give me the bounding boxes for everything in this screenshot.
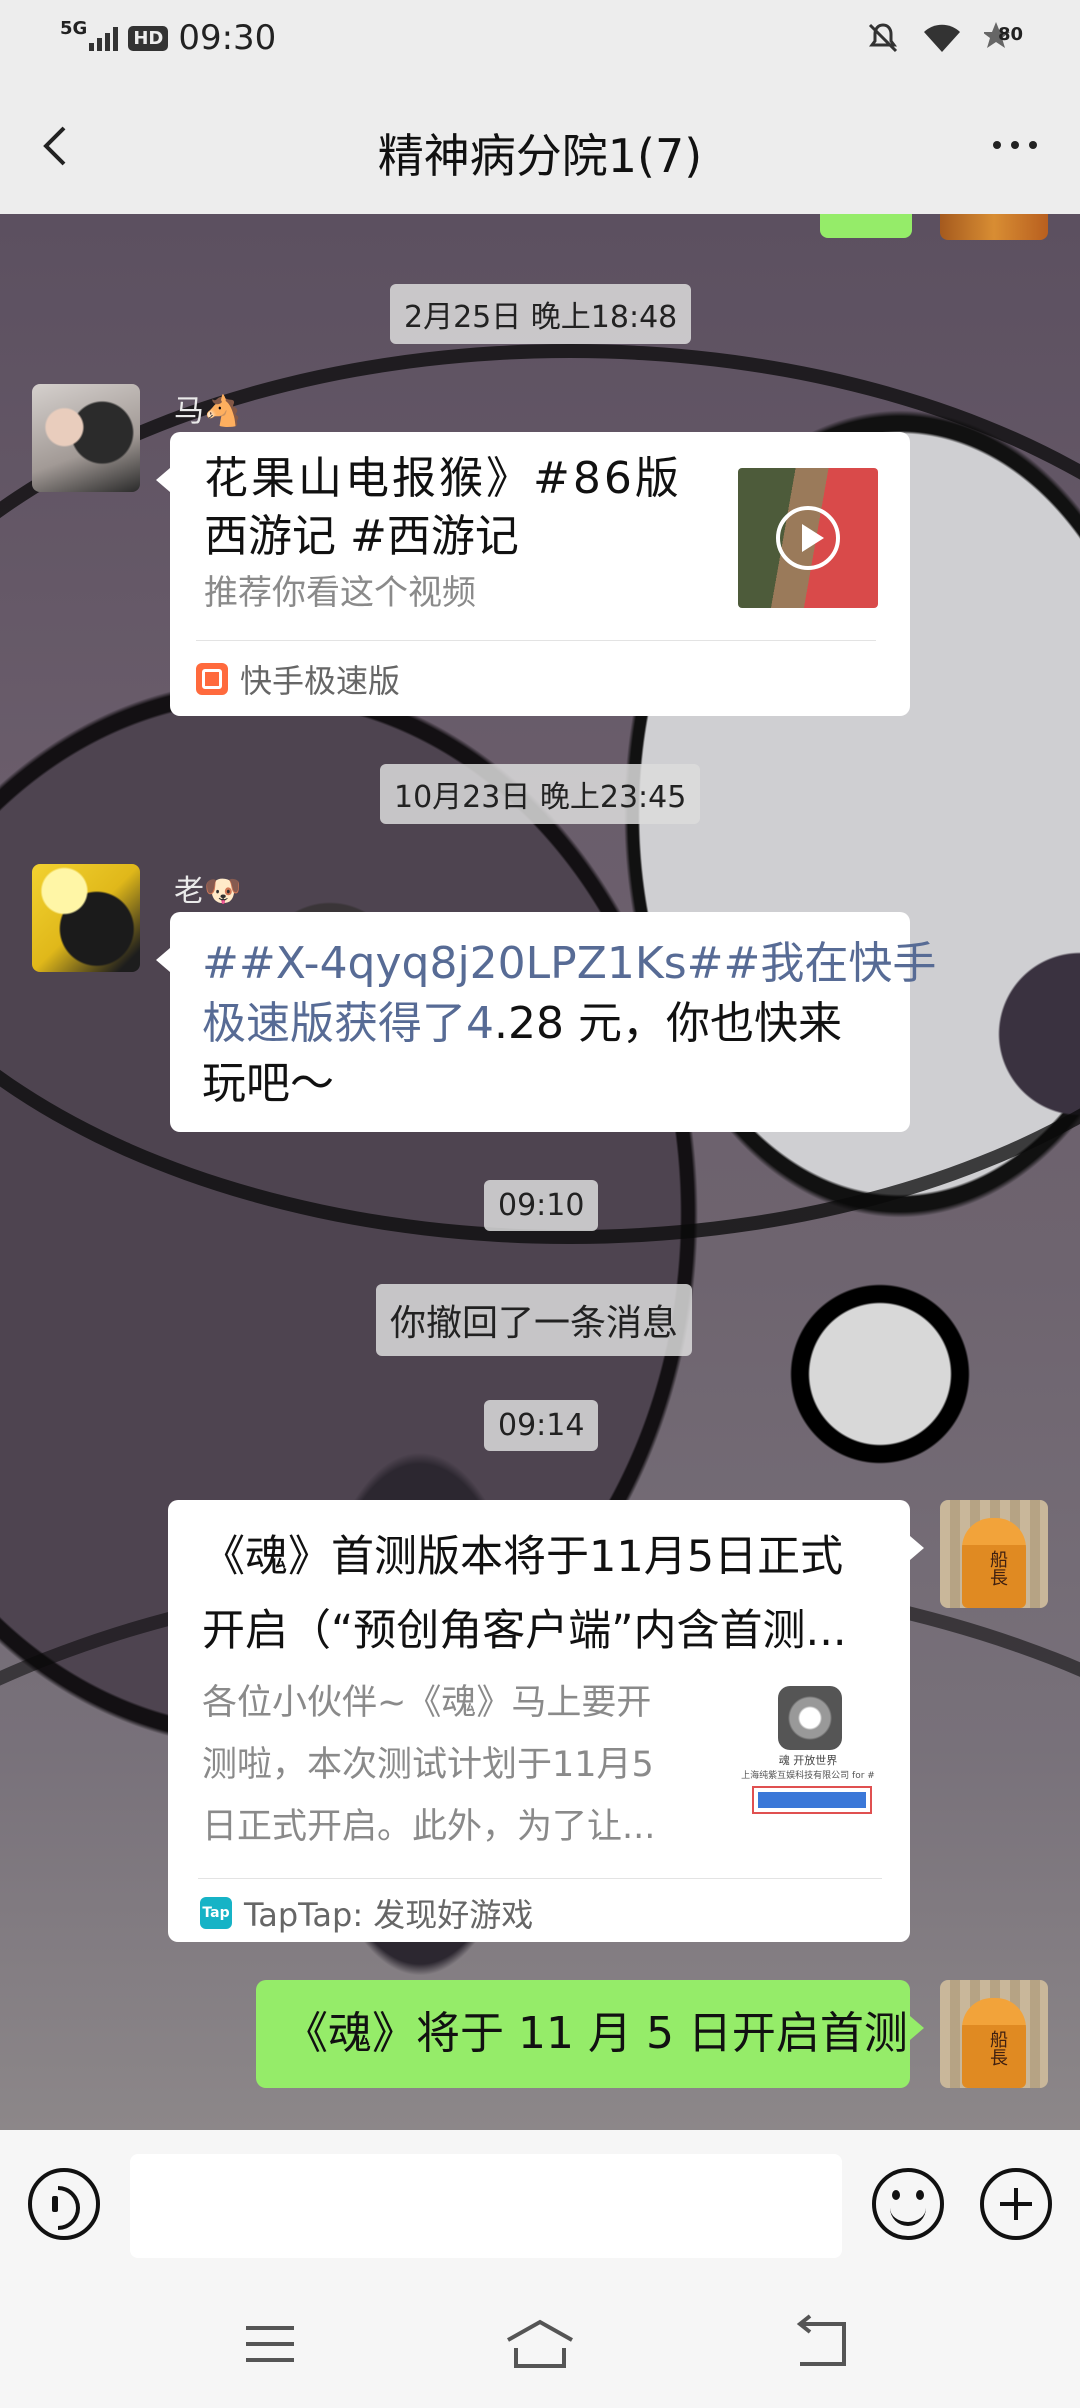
back-arrow-icon — [796, 2314, 846, 2366]
card-description: 各位小伙伴~《魂》马上要开 — [202, 1683, 652, 1723]
game-logo-icon — [778, 1686, 842, 1750]
status-time: 09:30 — [178, 18, 277, 58]
card-title: 《魂》首测版本将于11月5日正式 — [202, 1532, 844, 1582]
message-link[interactable]: ##X-4qyq8j20LPZ1Ks# — [202, 938, 724, 989]
message-text: 玩吧～ — [202, 1058, 334, 1109]
sender-name: 马🐴 — [174, 394, 242, 429]
bubble-tail — [156, 468, 170, 492]
message-link[interactable]: #我在快手 — [724, 938, 937, 989]
wifi-icon — [924, 24, 960, 52]
partial-avatar[interactable] — [940, 214, 1048, 240]
kuaishou-icon — [196, 663, 228, 695]
sent-message[interactable]: 《魂》将于 11 月 5 日开启首测 — [256, 1980, 910, 2088]
card-title: 花果山电报猴》#86版 — [204, 453, 682, 504]
app-share-card[interactable]: 《魂》首测版本将于11月5日正式 开启（“预创角客户端”内含首测... 各位小伙… — [168, 1500, 910, 1942]
bubble-tail — [156, 948, 170, 972]
thumb-game-name: 魂 开放世界 — [778, 1754, 838, 1767]
home-button[interactable] — [504, 2314, 576, 2374]
message-text: .28 元，你也快来 — [494, 998, 842, 1049]
avatar-text: 船長 — [987, 2030, 1008, 2066]
chat-title: 精神病分院1(7) — [377, 129, 703, 183]
avatar-text: 船長 — [987, 1550, 1008, 1586]
mute-bell-icon — [868, 23, 898, 53]
card-description: 日正式开启。此外，为了让... — [202, 1807, 656, 1847]
timestamp: 10月23日 晚上23:45 — [380, 764, 701, 824]
input-bar — [0, 2130, 1080, 2278]
divider — [196, 640, 876, 641]
source-name: 快手极速版 — [240, 662, 401, 700]
card-source: 快手极速版 — [196, 656, 400, 702]
play-icon — [776, 506, 840, 570]
partial-message-bubble[interactable] — [820, 214, 912, 238]
video-share-card[interactable]: 花果山电报猴》#86版 西游记 #西游记 推荐你看这个视频 快手极速版 — [170, 432, 910, 716]
card-description: 测啦，本次测试计划于11月5 — [202, 1745, 654, 1785]
my-avatar[interactable]: 船長 — [940, 1980, 1048, 2088]
network-type: 5G — [60, 17, 88, 39]
card-title: 开启（“预创角客户端”内含首测... — [202, 1606, 847, 1656]
source-name: TapTap: 发现好游戏 — [244, 1896, 534, 1934]
status-bar: 5G HD 09:30 80 — [0, 0, 1080, 80]
hd-badge: HD — [128, 25, 169, 51]
message-link[interactable]: 极速版获得了4 — [202, 998, 494, 1049]
app-thumbnail: 魂 开放世界 上海纯紫互娱科技有限公司 for # — [738, 1686, 878, 1826]
menu-button[interactable] — [240, 2314, 300, 2374]
thumb-publisher: 上海纯紫互娱科技有限公司 for # — [741, 1771, 875, 1781]
recall-notice: 你撤回了一条消息 — [376, 1284, 693, 1356]
menu-icon — [246, 2326, 294, 2362]
video-thumbnail — [738, 468, 878, 608]
my-avatar[interactable]: 船長 — [940, 1500, 1048, 1608]
bubble-tail — [910, 1536, 924, 1560]
divider — [198, 1878, 882, 1879]
home-icon — [507, 2319, 573, 2368]
card-source: Tap TapTap: 发现好游戏 — [200, 1890, 533, 1936]
thumb-button — [752, 1786, 872, 1814]
more-dots-icon — [993, 141, 1001, 149]
card-description: 推荐你看这个视频 — [204, 573, 476, 613]
signal-icon — [89, 25, 119, 51]
battery-level: 80 — [998, 24, 1024, 45]
more-button[interactable] — [980, 120, 1050, 170]
timestamp: 09:10 — [484, 1180, 599, 1231]
message-input[interactable] — [130, 2154, 842, 2258]
text-message[interactable]: ##X-4qyq8j20LPZ1Ks##我在快手 极速版获得了4.28 元，你也… — [170, 912, 936, 1132]
timestamp: 2月25日 晚上18:48 — [390, 284, 692, 344]
emoji-button[interactable] — [872, 2168, 944, 2240]
more-functions-button[interactable] — [980, 2168, 1052, 2240]
chat-header: 精神病分院1(7) — [0, 80, 1080, 214]
timestamp: 09:14 — [484, 1400, 599, 1451]
avatar[interactable] — [32, 384, 140, 492]
chat-area[interactable]: 2月25日 晚上18:48 马🐴 花果山电报猴》#86版 西游记 #西游记 推荐… — [0, 214, 1080, 2130]
voice-button[interactable] — [28, 2168, 100, 2240]
back-nav-button[interactable] — [792, 2314, 852, 2374]
bubble-tail — [910, 2016, 924, 2040]
system-navigation — [0, 2278, 1080, 2408]
card-title: 西游记 #西游记 — [204, 511, 519, 562]
taptap-icon: Tap — [200, 1897, 232, 1929]
battery-icon: 80 — [982, 20, 1040, 56]
sender-name: 老🐶 — [174, 874, 242, 909]
avatar[interactable] — [32, 864, 140, 972]
